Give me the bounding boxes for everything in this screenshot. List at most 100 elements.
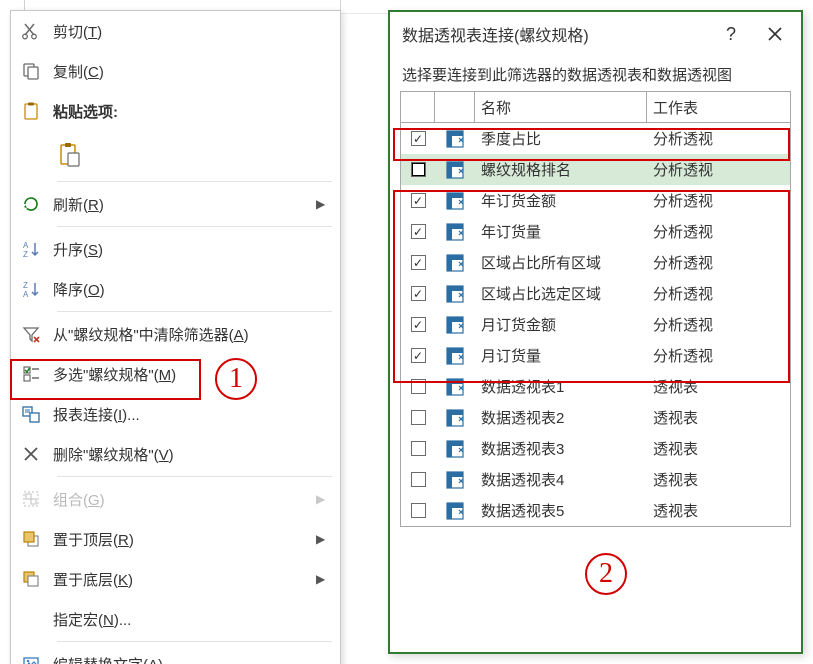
row-name: 年订货量 [475, 221, 647, 242]
pivot-table-icon [445, 160, 465, 180]
menu-clear-filter[interactable]: 从"螺纹规格"中清除筛选器(A) [11, 314, 340, 354]
menu-alt-text[interactable]: 编辑替换文字(A)... [11, 644, 340, 664]
paste-icon [55, 141, 83, 169]
table-row[interactable]: ✓区域占比所有区域分析透视 [401, 247, 790, 278]
chevron-right-icon: ▶ [316, 532, 328, 546]
table-row[interactable]: 数据透视表5透视表 [401, 495, 790, 526]
pivot-table-icon [445, 408, 465, 428]
pivot-table-icon [445, 253, 465, 273]
blank-icon [17, 605, 45, 633]
row-checkbox[interactable] [411, 410, 426, 425]
chevron-right-icon: ▶ [316, 492, 328, 506]
menu-assign-macro[interactable]: 指定宏(N)... [11, 599, 340, 639]
clipboard-icon [17, 97, 45, 125]
menu-sort-asc[interactable]: AZ 升序(S) [11, 229, 340, 269]
menu-label: 剪切(T) [53, 21, 328, 42]
paste-option-button[interactable] [11, 131, 340, 179]
close-button[interactable] [753, 16, 797, 52]
menu-paste-options: 粘贴选项: [11, 91, 340, 131]
report-connections-icon [17, 400, 45, 428]
menu-label: 升序(S) [53, 239, 328, 260]
dialog-subtitle: 选择要连接到此筛选器的数据透视表和数据透视图 [390, 56, 801, 91]
row-checkbox[interactable] [411, 503, 426, 518]
pivot-table-icon [445, 222, 465, 242]
menu-remove[interactable]: 删除"螺纹规格"(V) [11, 434, 340, 474]
send-to-back-icon [17, 565, 45, 593]
row-sheet: 分析透视 [647, 314, 787, 335]
table-row[interactable]: 螺纹规格排名分析透视 [401, 154, 790, 185]
col-sheet: 工作表 [647, 92, 787, 122]
table-row[interactable]: 数据透视表4透视表 [401, 464, 790, 495]
table-row[interactable]: ✓年订货金额分析透视 [401, 185, 790, 216]
refresh-icon [17, 190, 45, 218]
alt-text-icon [17, 650, 45, 664]
row-sheet: 分析透视 [647, 221, 787, 242]
row-checkbox[interactable]: ✓ [411, 317, 426, 332]
row-name: 螺纹规格排名 [475, 159, 647, 180]
pivot-table-icon [445, 501, 465, 521]
svg-text:Z: Z [23, 281, 28, 290]
copy-icon [17, 57, 45, 85]
row-checkbox[interactable]: ✓ [411, 193, 426, 208]
sort-desc-icon: ZA [17, 275, 45, 303]
menu-report-connections[interactable]: 报表连接(I)... [11, 394, 340, 434]
table-row[interactable]: ✓月订货量分析透视 [401, 340, 790, 371]
menu-label: 从"螺纹规格"中清除筛选器(A) [53, 324, 328, 345]
row-sheet: 透视表 [647, 407, 787, 428]
svg-text:Z: Z [23, 250, 28, 259]
row-checkbox[interactable]: ✓ [411, 131, 426, 146]
pivot-connections-dialog: 数据透视表连接(螺纹规格) ? 选择要连接到此筛选器的数据透视表和数据透视图 名… [388, 10, 803, 654]
row-name: 数据透视表2 [475, 407, 647, 428]
menu-label: 置于底层(K) [53, 569, 316, 590]
svg-text:A: A [23, 290, 29, 299]
pivot-table-icon [445, 346, 465, 366]
menu-label: 多选"螺纹规格"(M) [53, 364, 328, 385]
table-row[interactable]: ✓ 年订货量分析透视 [401, 216, 790, 247]
row-name: 季度占比 [475, 128, 647, 149]
table-row[interactable]: ✓季度占比分析透视 [401, 123, 790, 154]
col-name: 名称 [475, 92, 647, 122]
row-checkbox[interactable]: ✓ [411, 255, 426, 270]
row-sheet: 分析透视 [647, 159, 787, 180]
row-checkbox[interactable]: ✓ [411, 348, 426, 363]
menu-label: 指定宏(N)... [53, 609, 328, 630]
table-row[interactable]: 数据透视表3透视表 [401, 433, 790, 464]
row-sheet: 分析透视 [647, 345, 787, 366]
row-checkbox[interactable] [411, 441, 426, 456]
table-row[interactable]: ✓月订货金额分析透视 [401, 309, 790, 340]
menu-send-to-back[interactable]: 置于底层(K) ▶ [11, 559, 340, 599]
menu-cut[interactable]: 剪切(T) [11, 11, 340, 51]
row-sheet: 透视表 [647, 469, 787, 490]
row-checkbox[interactable] [411, 379, 426, 394]
row-sheet: 分析透视 [647, 252, 787, 273]
help-button[interactable]: ? [709, 16, 753, 52]
row-checkbox[interactable]: ✓ [411, 286, 426, 301]
remove-icon [17, 440, 45, 468]
table-row[interactable]: ✓区域占比选定区域分析透视 [401, 278, 790, 309]
menu-label: 刷新(R) [53, 194, 316, 215]
row-checkbox[interactable] [411, 472, 426, 487]
table-row[interactable]: 数据透视表1透视表 [401, 371, 790, 402]
row-sheet: 分析透视 [647, 283, 787, 304]
pivot-table-icon [445, 284, 465, 304]
row-sheet: 分析透视 [647, 190, 787, 211]
menu-refresh[interactable]: 刷新(R) ▶ [11, 184, 340, 224]
table-header: 名称 工作表 [401, 92, 790, 123]
menu-copy[interactable]: 复制(C) [11, 51, 340, 91]
pivot-table-icon [445, 191, 465, 211]
menu-sort-desc[interactable]: ZA 降序(O) [11, 269, 340, 309]
pivot-table-icon [445, 470, 465, 490]
menu-label: 复制(C) [53, 61, 328, 82]
menu-multi-select[interactable]: 多选"螺纹规格"(M) [11, 354, 340, 394]
menu-group: 组合(G) ▶ [11, 479, 340, 519]
group-icon [17, 485, 45, 513]
pivot-table-icon [445, 315, 465, 335]
row-checkbox[interactable] [411, 162, 426, 177]
row-checkbox[interactable]: ✓ [411, 224, 426, 239]
table-row[interactable]: 数据透视表2透视表 [401, 402, 790, 433]
row-sheet: 透视表 [647, 438, 787, 459]
row-name: 数据透视表4 [475, 469, 647, 490]
menu-bring-to-front[interactable]: 置于顶层(R) ▶ [11, 519, 340, 559]
scissors-icon [17, 17, 45, 45]
row-name: 数据透视表1 [475, 376, 647, 397]
